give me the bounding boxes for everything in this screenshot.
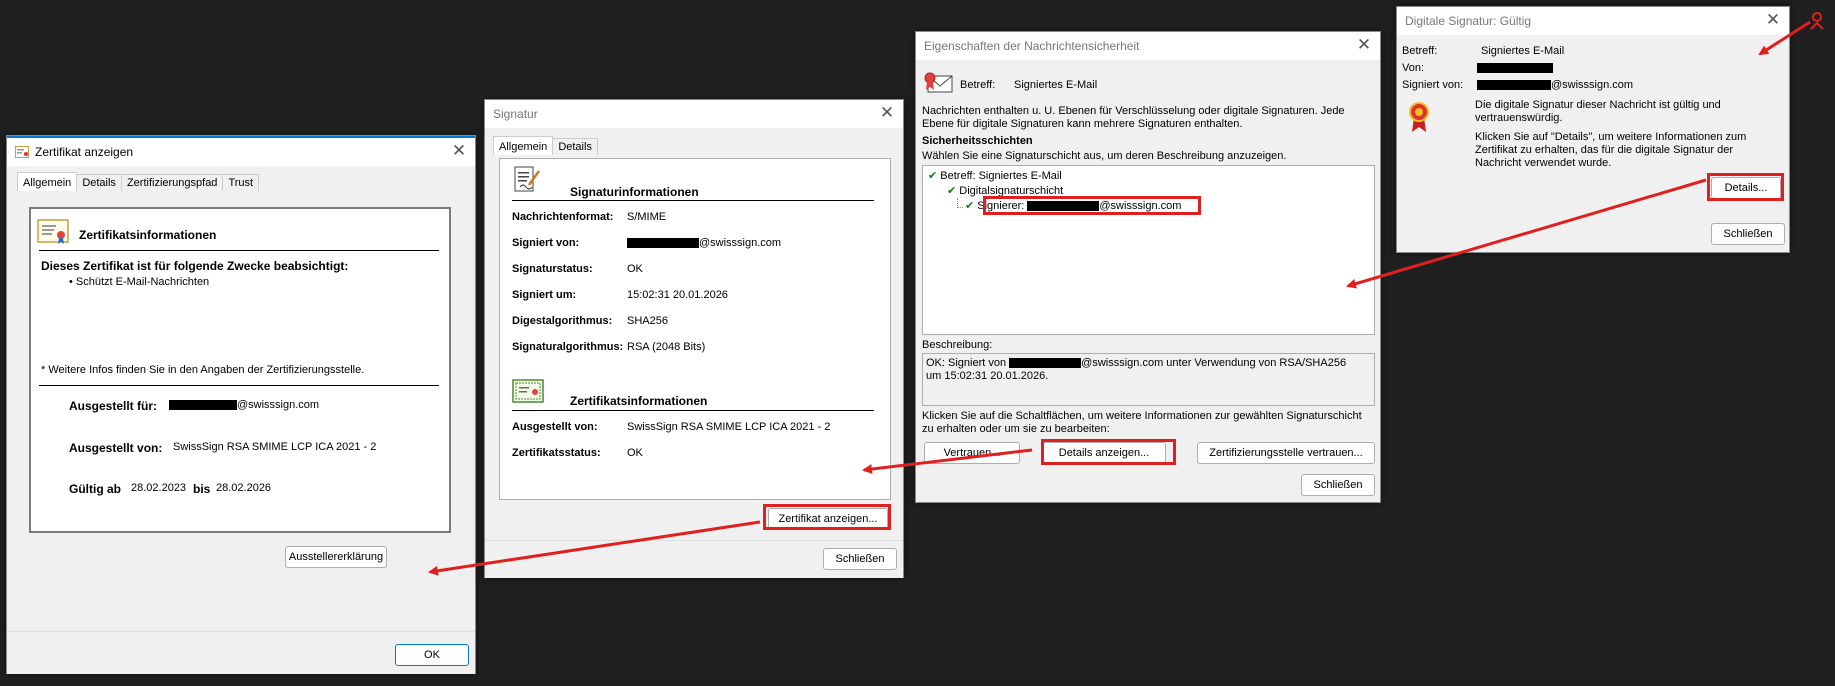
arrow-to-digsig xyxy=(1758,20,1811,56)
annotation-arrows xyxy=(428,20,1811,576)
arrow-to-signature xyxy=(862,448,1033,475)
arrow-to-certificate xyxy=(428,520,761,576)
arrow-to-tree xyxy=(1346,178,1707,289)
